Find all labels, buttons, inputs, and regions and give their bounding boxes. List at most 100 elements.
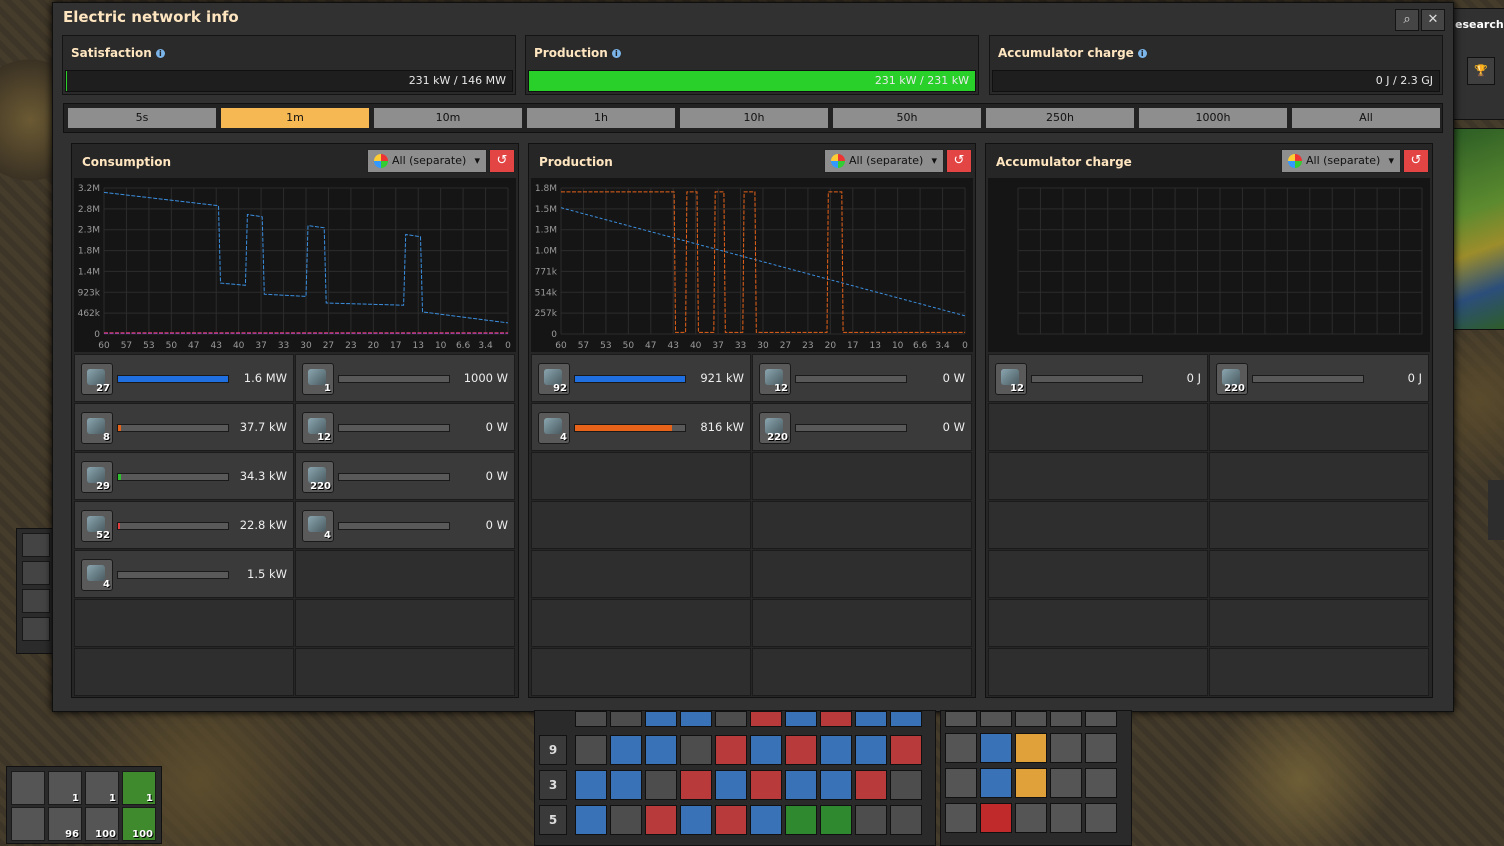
- info-icon[interactable]: i: [611, 49, 621, 58]
- item-row[interactable]: 220 0 W: [295, 452, 515, 500]
- item-row[interactable]: 4 0 W: [295, 501, 515, 549]
- quickbar-slot[interactable]: [820, 735, 852, 765]
- quickbar-slot[interactable]: [890, 735, 922, 765]
- quickbar-slot[interactable]: [645, 711, 677, 727]
- trophy-icon[interactable]: 🏆: [1467, 57, 1495, 85]
- item-row[interactable]: 29 34.3 kW: [74, 452, 294, 500]
- side-toolbar[interactable]: [1488, 480, 1504, 540]
- tool-slot-icon[interactable]: [22, 589, 50, 613]
- shortcut-slot[interactable]: [945, 803, 977, 833]
- reset-button[interactable]: ↺: [946, 149, 972, 173]
- research-panel[interactable]: esearch. 🏆: [1452, 8, 1504, 120]
- shortcut-slot[interactable]: [1050, 803, 1082, 833]
- item-row[interactable]: 27 1.6 MW: [74, 354, 294, 402]
- rifle-icon[interactable]: 1: [48, 771, 82, 805]
- shortcut-slot[interactable]: [945, 711, 977, 727]
- shortcut-slot[interactable]: [980, 711, 1012, 727]
- item-row[interactable]: 4 1.5 kW: [74, 550, 294, 598]
- tab-1h[interactable]: 1h: [526, 107, 676, 129]
- item-row[interactable]: 92 921 kW: [531, 354, 751, 402]
- quickbar-slot[interactable]: [610, 711, 642, 727]
- rocket-icon[interactable]: 1: [122, 771, 156, 805]
- quickbar-slot[interactable]: [820, 711, 852, 727]
- quickbar-slot[interactable]: [680, 711, 712, 727]
- tab-250h[interactable]: 250h: [985, 107, 1135, 129]
- tab-10m[interactable]: 10m: [373, 107, 523, 129]
- quickbar-slot[interactable]: [680, 770, 712, 800]
- quickbar-slot[interactable]: [610, 770, 642, 800]
- shortcut-slot[interactable]: [980, 803, 1012, 833]
- shortcut-slot[interactable]: [1085, 711, 1117, 727]
- quickbar-slot[interactable]: [645, 805, 677, 835]
- tab-1m[interactable]: 1m: [220, 107, 370, 129]
- quickbar-row-label[interactable]: 3: [539, 770, 567, 800]
- quickbar-row-label[interactable]: 5: [539, 805, 567, 835]
- shortcut-slot[interactable]: [1015, 768, 1047, 798]
- item-row[interactable]: 220 0 W: [752, 403, 972, 451]
- armor-icon[interactable]: [11, 807, 45, 841]
- tool-slot-icon[interactable]: [22, 561, 50, 585]
- reset-button[interactable]: ↺: [489, 149, 515, 173]
- shortcut-slot[interactable]: [945, 733, 977, 763]
- series-dropdown[interactable]: All (separate) ▾: [824, 149, 944, 173]
- quickbar-slot[interactable]: [680, 805, 712, 835]
- quickbar-slot[interactable]: [855, 711, 887, 727]
- reset-button[interactable]: ↺: [1403, 149, 1429, 173]
- quickbar-slot[interactable]: [750, 711, 782, 727]
- laser-icon[interactable]: 1: [85, 771, 119, 805]
- item-row[interactable]: 8 37.7 kW: [74, 403, 294, 451]
- quickbar-slot[interactable]: [715, 770, 747, 800]
- shortcut-slot[interactable]: [980, 768, 1012, 798]
- shortcut-slot[interactable]: [945, 768, 977, 798]
- quickbar-slot[interactable]: [785, 711, 817, 727]
- tab-All[interactable]: All: [1291, 107, 1441, 129]
- shortcut-slot[interactable]: [1085, 803, 1117, 833]
- magnifier-icon[interactable]: ⌕: [1395, 9, 1419, 31]
- quickbar-slot[interactable]: [785, 770, 817, 800]
- minimap[interactable]: [1452, 128, 1504, 330]
- quickbar-slot[interactable]: [785, 735, 817, 765]
- ammo-icon[interactable]: 96: [48, 807, 82, 841]
- quickbar-slot[interactable]: [890, 805, 922, 835]
- shortcut-slot[interactable]: [1050, 711, 1082, 727]
- close-icon[interactable]: ✕: [1421, 9, 1445, 31]
- quickbar-slot[interactable]: [890, 711, 922, 727]
- tool-slot-icon[interactable]: [22, 617, 50, 641]
- item-row[interactable]: 12 0 W: [295, 403, 515, 451]
- quickbar-slot[interactable]: [715, 735, 747, 765]
- shortcut-slot[interactable]: [1015, 711, 1047, 727]
- quickbar-slot[interactable]: [575, 711, 607, 727]
- shortcut-slot[interactable]: [1085, 733, 1117, 763]
- character-icon[interactable]: [11, 771, 45, 805]
- quickbar-slot[interactable]: [855, 805, 887, 835]
- item-row[interactable]: 1 1000 W: [295, 354, 515, 402]
- magazine-icon[interactable]: 100: [85, 807, 119, 841]
- tab-10h[interactable]: 10h: [679, 107, 829, 129]
- info-icon[interactable]: i: [1137, 49, 1147, 58]
- shortcut-slot[interactable]: [1050, 733, 1082, 763]
- quickbar-slot[interactable]: [680, 735, 712, 765]
- quickbar-slot[interactable]: [715, 711, 747, 727]
- tab-1000h[interactable]: 1000h: [1138, 107, 1288, 129]
- series-dropdown[interactable]: All (separate) ▾: [367, 149, 487, 173]
- tab-50h[interactable]: 50h: [832, 107, 982, 129]
- info-icon[interactable]: i: [155, 49, 165, 58]
- quickbar-slot[interactable]: [575, 805, 607, 835]
- quickbar-slot[interactable]: [610, 805, 642, 835]
- quickbar-slot[interactable]: [645, 735, 677, 765]
- item-row[interactable]: 52 22.8 kW: [74, 501, 294, 549]
- item-row[interactable]: 4 816 kW: [531, 403, 751, 451]
- rocket-ammo-icon[interactable]: 100: [122, 807, 156, 841]
- shortcut-slot[interactable]: [1015, 733, 1047, 763]
- left-toolbar[interactable]: [16, 528, 54, 654]
- quickbar-row-label[interactable]: 9: [539, 735, 567, 765]
- quickbar-slot[interactable]: [855, 735, 887, 765]
- quickbar-slot[interactable]: [750, 770, 782, 800]
- tab-5s[interactable]: 5s: [67, 107, 217, 129]
- quickbar-slot[interactable]: [820, 805, 852, 835]
- item-row[interactable]: 220 0 J: [1209, 354, 1429, 402]
- quickbar-slot[interactable]: [785, 805, 817, 835]
- item-row[interactable]: 12 0 W: [752, 354, 972, 402]
- quickbar-slot[interactable]: [820, 770, 852, 800]
- quickbar-slot[interactable]: [610, 735, 642, 765]
